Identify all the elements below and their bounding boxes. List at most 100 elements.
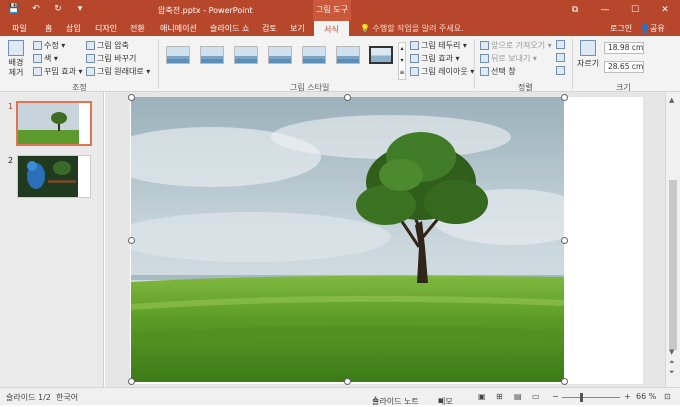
ribbon-display-icon[interactable]: ⧉ <box>560 0 590 20</box>
tab-home[interactable]: 홈 <box>45 23 52 34</box>
picture-style-2[interactable] <box>200 46 224 64</box>
separator <box>572 39 573 89</box>
picture-style-6[interactable] <box>336 46 360 64</box>
compress-pictures-button[interactable]: 그림 압축 <box>86 40 129 51</box>
tab-transitions[interactable]: 전환 <box>130 23 145 34</box>
slide-counter: 슬라이드 1/2 <box>6 393 51 402</box>
picture-tools-context-label: 그림 도구 <box>313 0 351 20</box>
bring-forward-button[interactable]: 앞으로 가져오기 ▾ <box>480 40 552 51</box>
ribbon-format: 배경 제거 수정 ▾ 색 ▾ 꾸밈 효과 ▾ 그림 압축 그림 바꾸기 그림 원… <box>0 36 680 92</box>
maximize-button[interactable]: ☐ <box>620 0 650 20</box>
tab-file[interactable]: 파일 <box>12 23 27 34</box>
resize-handle-top-left[interactable] <box>128 94 135 101</box>
color-label: 색 ▾ <box>44 54 58 63</box>
previous-slide-icon[interactable]: ⏶ <box>669 358 675 367</box>
crop-label: 자르기 <box>577 59 600 68</box>
status-bar: 슬라이드 1/2 한국어 ≙ 슬라이드 노트 ▪ 메모 ▣ ⊞ ▤ ▭ − + … <box>0 387 680 406</box>
scrollbar-thumb[interactable] <box>669 180 677 350</box>
zoom-slider[interactable] <box>562 397 620 398</box>
color-button[interactable]: 색 ▾ <box>33 53 58 64</box>
change-picture-button[interactable]: 그림 바꾸기 <box>86 53 136 64</box>
send-backward-icon <box>480 54 489 63</box>
lightbulb-icon: 💡 <box>360 24 373 33</box>
next-slide-icon[interactable]: ⏷ <box>669 368 675 377</box>
selection-pane-icon <box>480 67 489 76</box>
artistic-effects-label: 꾸밈 효과 ▾ <box>44 67 83 76</box>
crop-icon <box>580 40 597 56</box>
normal-view-icon[interactable]: ▣ <box>478 392 486 401</box>
resize-handle-right[interactable] <box>561 237 568 244</box>
customize-qat-icon[interactable]: ▾ <box>74 3 86 15</box>
sun-icon <box>33 41 42 50</box>
tab-design[interactable]: 디자인 <box>95 23 117 34</box>
artistic-effects-button[interactable]: 꾸밈 효과 ▾ <box>33 66 83 77</box>
scroll-down-icon[interactable]: ▼ <box>669 348 674 356</box>
crop-button[interactable]: 자르기 <box>577 40 599 69</box>
share-button[interactable]: 👤공유 <box>640 23 665 34</box>
reset-picture-button[interactable]: 그림 원래대로 ▾ <box>86 66 150 77</box>
scroll-up-icon[interactable]: ▲ <box>669 96 674 104</box>
picture-effects-button[interactable]: 그림 효과 ▾ <box>410 53 460 64</box>
person-icon: 👤 <box>640 24 650 33</box>
picture-style-7[interactable] <box>369 46 393 64</box>
height-field[interactable]: ↕18.98 cm <box>604 41 644 54</box>
width-input[interactable]: 28.65 cm <box>604 60 644 73</box>
compress-icon <box>86 41 95 50</box>
close-button[interactable]: ✕ <box>650 0 680 20</box>
vertical-scrollbar[interactable]: ▲ ▼ ⏶ ⏷ <box>665 92 680 387</box>
bring-forward-icon <box>480 41 489 50</box>
resize-handle-top[interactable] <box>344 94 351 101</box>
resize-handle-left[interactable] <box>128 237 135 244</box>
corrections-button[interactable]: 수정 ▾ <box>33 40 65 51</box>
picture-style-3[interactable] <box>234 46 258 64</box>
minimize-button[interactable]: — <box>590 0 620 20</box>
height-input[interactable]: 18.98 cm <box>604 41 644 54</box>
selection-pane-button[interactable]: 선택 창 <box>480 66 516 77</box>
rotate-button[interactable] <box>556 66 565 75</box>
slideshow-icon[interactable]: ▭ <box>532 392 540 401</box>
zoom-out-button[interactable]: − <box>552 392 559 401</box>
fit-slide-icon[interactable]: ⊡ <box>664 392 671 401</box>
group-objects-button[interactable] <box>556 53 565 62</box>
resize-handle-bottom[interactable] <box>344 378 351 385</box>
layout-icon <box>410 67 419 76</box>
redo-icon[interactable]: ↻ <box>52 3 64 15</box>
slide-sorter-icon[interactable]: ⊞ <box>496 392 503 401</box>
undo-icon[interactable]: ↶ <box>30 3 42 15</box>
picture-effects-label: 그림 효과 ▾ <box>421 54 460 63</box>
tab-slideshow[interactable]: 슬라이드 쇼 <box>210 23 249 34</box>
language-indicator[interactable]: 한국어 <box>56 392 78 403</box>
tab-review[interactable]: 검토 <box>262 23 277 34</box>
align-button[interactable] <box>556 40 565 49</box>
tab-format[interactable]: 서식 <box>314 20 349 36</box>
slide-thumbnail-2[interactable] <box>17 155 91 198</box>
picture-style-4[interactable] <box>268 46 292 64</box>
zoom-in-button[interactable]: + <box>624 392 631 401</box>
width-field[interactable]: ↔28.65 cm <box>604 60 644 73</box>
tell-me-search[interactable]: 💡 수행할 작업을 알려 주세요. <box>360 23 464 34</box>
parrot-thumbnail-image <box>18 156 90 197</box>
resize-handle-bottom-left[interactable] <box>128 378 135 385</box>
picture-style-1[interactable] <box>166 46 190 64</box>
sign-in-link[interactable]: 로그인 <box>610 23 632 34</box>
tab-view[interactable]: 보기 <box>290 23 305 34</box>
title-bar: 💾 ↶ ↻ ▾ 압축전.pptx - PowerPoint 그림 도구 ⧉ — … <box>0 0 680 20</box>
resize-handle-bottom-right[interactable] <box>561 378 568 385</box>
picture-style-5[interactable] <box>302 46 326 64</box>
reset-picture-icon <box>86 67 95 76</box>
selected-picture[interactable] <box>131 97 564 382</box>
tab-animations[interactable]: 애니메이션 <box>160 23 197 34</box>
resize-handle-top-right[interactable] <box>561 94 568 101</box>
zoom-level[interactable]: 66 % <box>636 392 656 401</box>
send-backward-button[interactable]: 뒤로 보내기 ▾ <box>480 53 537 64</box>
compress-label: 그림 압축 <box>97 41 129 50</box>
zoom-slider-thumb[interactable] <box>580 393 583 402</box>
picture-border-button[interactable]: 그림 테두리 ▾ <box>410 40 467 51</box>
styles-gallery-scroll[interactable]: ▴ ▾ ≡ <box>398 42 406 80</box>
tab-insert[interactable]: 삽입 <box>66 23 81 34</box>
reading-view-icon[interactable]: ▤ <box>514 392 522 401</box>
slide-thumbnail-1[interactable] <box>16 101 92 146</box>
picture-layout-button[interactable]: 그림 레이아웃 ▾ <box>410 66 474 77</box>
remove-background-button[interactable]: 배경 제거 <box>6 40 26 78</box>
save-icon[interactable]: 💾 <box>8 3 20 15</box>
